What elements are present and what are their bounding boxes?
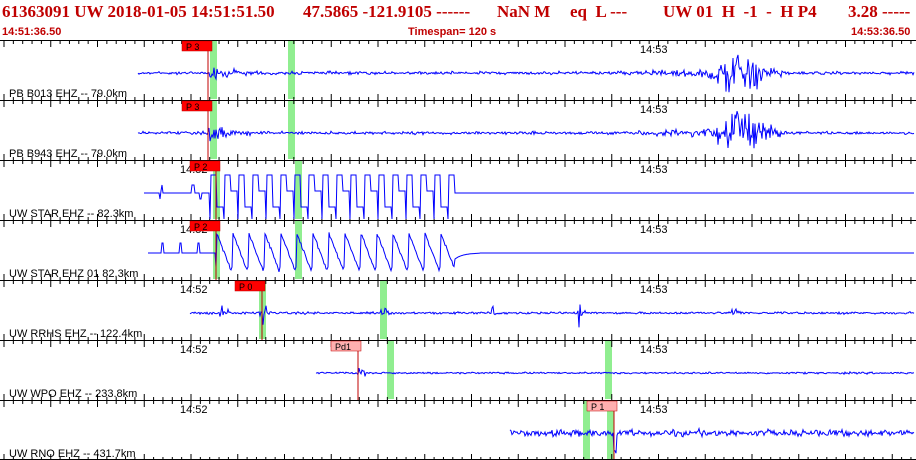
channel-row[interactable]: 14:52 14:53 Pd1 UW WPO EHZ -- 233.8km xyxy=(0,340,916,400)
pick-label: Pd1 xyxy=(335,342,351,352)
seismogram-panel[interactable]: 14:53 P 3 PB B013 EHZ -- 79.0km 14:53 P 3 PB … xyxy=(0,40,916,460)
channel-label: UW WPO EHZ -- 233.8km xyxy=(9,388,137,400)
time-label: 14:53 xyxy=(640,404,668,416)
time-label: 14:52 xyxy=(180,284,208,296)
time-label: 14:52 xyxy=(180,404,208,416)
event-solution: UW 01 H -1 - H P4 xyxy=(663,2,817,21)
event-id: 61363091 UW 2018-01-05 14:51:51.50 xyxy=(2,2,275,21)
waveform xyxy=(315,367,914,377)
waveform xyxy=(189,304,915,328)
pick-label: P 2 xyxy=(194,222,207,232)
pick-label: P 3 xyxy=(186,102,199,112)
event-magnitude: NaN M xyxy=(497,2,551,21)
pick-label: P 1 xyxy=(591,402,604,412)
pick-label: P 0 xyxy=(239,282,252,292)
time-label: 14:53 xyxy=(640,104,668,116)
time-label: 14:53 xyxy=(640,224,668,236)
time-label: 14:53 xyxy=(640,344,668,356)
channel-row[interactable]: 14:53 P 3 PB B013 EHZ -- 79.0km xyxy=(0,40,916,100)
waveform xyxy=(144,174,914,220)
pick-label: P 2 xyxy=(194,162,207,172)
channel-row[interactable]: 14:52 14:53 P 1 UW RNO EHZ -- 431.7km xyxy=(0,400,916,460)
channel-label: UW STAR EHZ -- 82.3km xyxy=(9,208,133,220)
time-label: 14:53 xyxy=(640,44,668,56)
phase-window[interactable] xyxy=(288,41,295,99)
time-label: 14:52 xyxy=(180,344,208,356)
channel-row[interactable]: 14:53 P 3 PB B943 EHZ -- 79.0km xyxy=(0,100,916,160)
channel-label: UW RRHS EHZ -- 122.4km xyxy=(9,328,142,340)
channel-label: PB B013 EHZ -- 79.0km xyxy=(9,88,127,100)
channel-label: PB B943 EHZ -- 79.0km xyxy=(9,148,127,160)
waveform xyxy=(509,426,915,454)
event-type: eq L --- xyxy=(570,2,628,21)
channel-row[interactable]: 14:52 14:53 P 0 UW RRHS EHZ -- 122.4km xyxy=(0,280,916,340)
end-time: 14:53:36.50 xyxy=(851,26,911,38)
time-label: 14:53 xyxy=(640,164,668,176)
pick-label: P 3 xyxy=(186,42,199,52)
waveform xyxy=(137,111,915,149)
event-rms: 3.28 ----- xyxy=(848,2,911,21)
phase-window[interactable] xyxy=(605,341,612,399)
event-location: 47.5865 -121.9105 ------ xyxy=(303,2,471,21)
phase-window[interactable] xyxy=(288,101,295,159)
timespan: Timespan= 120 s xyxy=(408,26,497,38)
phase-window[interactable] xyxy=(387,341,394,399)
start-time: 14:51:36.50 xyxy=(2,26,62,38)
channel-row[interactable]: 14:5214:53P 2UW STAR EHZ 01 82.3km xyxy=(0,220,916,280)
time-label: 14:53 xyxy=(640,284,668,296)
channel-row[interactable]: 14:5214:53P 2UW STAR EHZ -- 82.3km xyxy=(0,160,916,220)
waveform xyxy=(148,232,914,273)
waveform xyxy=(137,54,915,93)
event-header: 61363091 UW 2018-01-05 14:51:51.50 47.58… xyxy=(0,0,916,40)
traces-svg: 14:53 P 3 PB B013 EHZ -- 79.0km 14:53 P 3 PB … xyxy=(0,40,916,460)
channel-label: UW STAR EHZ 01 82.3km xyxy=(9,268,138,280)
channel-label: UW RNO EHZ -- 431.7km xyxy=(9,448,136,460)
